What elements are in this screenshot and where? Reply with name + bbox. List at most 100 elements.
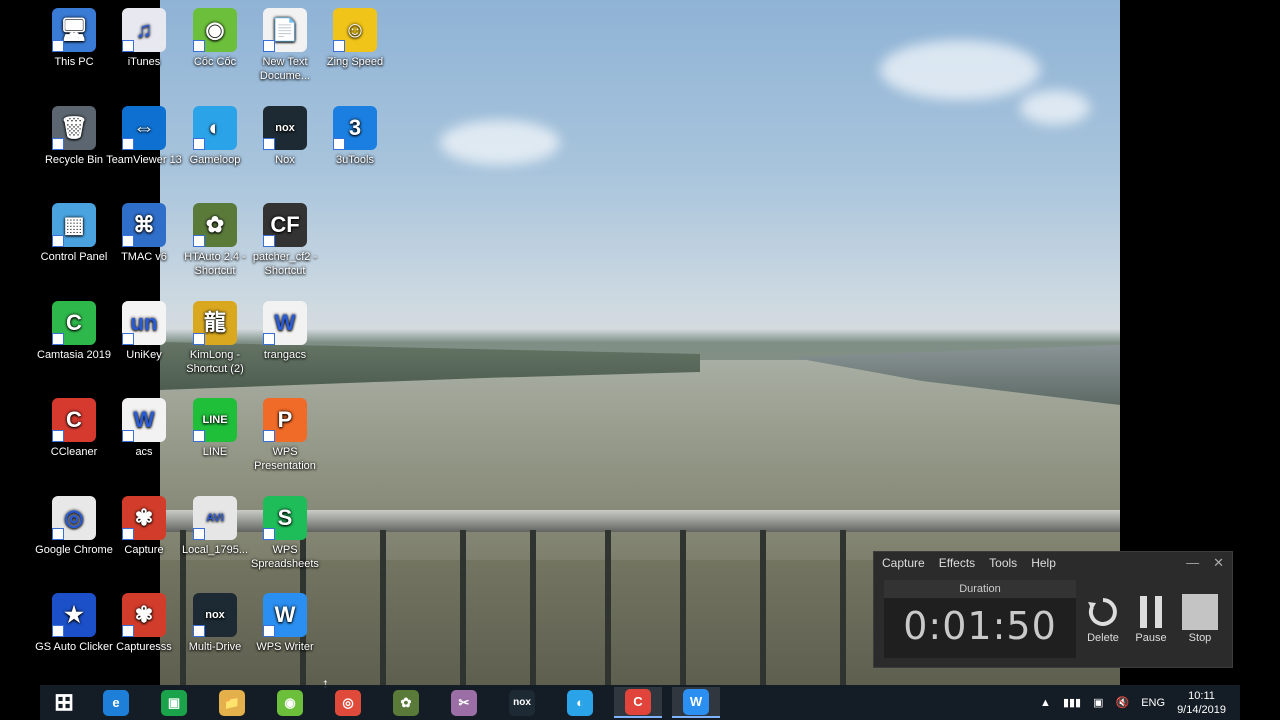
app-icon: nox xyxy=(263,106,307,150)
desktop-icon[interactable]: ⌘ TMAC v6 xyxy=(105,197,183,264)
desktop-icon[interactable]: C CCleaner xyxy=(35,392,113,459)
app-icon: ◎ xyxy=(52,496,96,540)
app-icon: un xyxy=(122,301,166,345)
clock[interactable]: 10:11 9/14/2019 xyxy=(1177,689,1226,717)
pause-button[interactable]: Pause xyxy=(1129,592,1173,644)
app-icon: ◉ xyxy=(193,8,237,52)
desktop-icon[interactable]: ▦ Control Panel xyxy=(35,197,113,264)
system-tray: ▲ ▮▮▮ ▣ 🔇 ENG 10:11 9/14/2019 xyxy=(1034,685,1240,720)
app-icon: 龍 xyxy=(193,301,237,345)
menu-tools[interactable]: Tools xyxy=(989,556,1017,570)
desktop-icon[interactable]: nox Nox xyxy=(246,100,324,167)
desktop-icon-label: Local_1795... xyxy=(181,544,249,556)
desktop-icon-label: Zing Speed xyxy=(326,56,384,68)
volume-muted-icon[interactable]: 🔇 xyxy=(1116,696,1130,709)
desktop-icon[interactable]: ♫ iTunes xyxy=(105,2,183,69)
desktop-icon[interactable]: Wacs xyxy=(105,392,183,459)
taskbar-store[interactable]: ▣ xyxy=(150,687,198,718)
taskbar-nox[interactable]: nox xyxy=(498,687,546,718)
desktop-icon[interactable]: 📄 New Text Docume... xyxy=(246,2,324,83)
minimize-icon[interactable]: — xyxy=(1186,555,1199,571)
camtasia-icon: C xyxy=(625,688,651,715)
app-icon: ★ xyxy=(52,593,96,637)
duration-time: 0:01:50 xyxy=(903,604,1057,648)
desktop-icon-label: Google Chrome xyxy=(35,544,113,556)
desktop-icon-label: Capturesss xyxy=(116,641,172,653)
desktop-icon[interactable]: nox Multi-Drive xyxy=(176,587,254,654)
chevron-up-icon[interactable]: ▲ xyxy=(1040,697,1051,709)
desktop-icon-label: 3uTools xyxy=(336,154,374,166)
menu-help[interactable]: Help xyxy=(1031,556,1056,570)
desktop-icon-label: iTunes xyxy=(127,56,161,68)
coc-coc-icon: ◉ xyxy=(277,689,303,716)
menu-capture[interactable]: Capture xyxy=(882,556,925,570)
camtasia-recorder-panel: Capture Effects Tools Help — ✕ Duration … xyxy=(873,551,1233,668)
app-icon: ♫ xyxy=(122,8,166,52)
app-icon: ⇔ xyxy=(122,106,166,150)
desktop-icon[interactable]: ◐ Gameloop xyxy=(176,100,254,167)
app-icon: 🗑 xyxy=(52,106,96,150)
desktop-icon-label: Gameloop xyxy=(189,154,241,166)
desktop-icon-label: WPS Spreadsheets xyxy=(251,544,319,570)
desktop-icon[interactable]: un UniKey xyxy=(105,295,183,362)
app-icon: W xyxy=(263,593,307,637)
desktop-icon[interactable]: ✿ HTAuto 2.4 - Shortcut xyxy=(176,197,254,278)
desktop-icon[interactable]: W WPS Writer xyxy=(246,587,324,654)
desktop-icon[interactable]: Wtrangacs xyxy=(246,295,324,362)
desktop-icon[interactable]: S WPS Spreadsheets xyxy=(246,490,324,571)
desktop-icon[interactable]: 🗑 Recycle Bin xyxy=(35,100,113,167)
taskbar-chrome[interactable]: ◎ xyxy=(324,687,372,718)
app-icon: nox xyxy=(193,593,237,637)
desktop-icon[interactable]: ◉ Cốc Cốc xyxy=(176,2,254,69)
app-icon: CF xyxy=(263,203,307,247)
desktop-icon-label: HTAuto 2.4 - Shortcut xyxy=(184,251,246,277)
network-icon[interactable]: ▣ xyxy=(1093,696,1103,709)
stop-icon xyxy=(1178,592,1222,632)
taskbar-wps-writer[interactable]: W xyxy=(672,687,720,718)
desktop-icon[interactable]: ★ GS Auto Clicker xyxy=(35,587,113,654)
app-icon: P xyxy=(263,398,307,442)
desktop-icon[interactable]: C Camtasia 2019 xyxy=(35,295,113,362)
taskbar-file-explorer[interactable]: 📁 xyxy=(208,687,256,718)
window-controls: — ✕ xyxy=(1186,555,1224,571)
signal-icon[interactable]: ▮▮▮ xyxy=(1063,696,1081,709)
desktop-icon[interactable]: ✾ Capture xyxy=(105,490,183,557)
app-icon: S xyxy=(263,496,307,540)
file-explorer-icon: 📁 xyxy=(219,689,245,716)
delete-button[interactable]: Delete xyxy=(1081,592,1125,644)
desktop-icon-label: UniKey xyxy=(126,349,162,361)
desktop-icon[interactable]: 🖥 This PC xyxy=(35,2,113,69)
desktop-icon-label: KimLong - Shortcut (2) xyxy=(186,349,244,375)
taskbar-gameloop[interactable]: ◐ xyxy=(556,687,604,718)
railing-post xyxy=(840,530,846,685)
desktop-icon[interactable]: LINE LINE xyxy=(176,392,254,459)
app-icon: C xyxy=(52,301,96,345)
stop-button[interactable]: Stop xyxy=(1178,592,1222,644)
taskbar-capture-tool[interactable]: ✂ xyxy=(440,687,488,718)
desktop-icon[interactable]: ◎ Google Chrome xyxy=(35,490,113,557)
menu-effects[interactable]: Effects xyxy=(939,556,975,570)
desktop-icon-label: patcher_cf2 - Shortcut xyxy=(252,251,318,277)
language-indicator[interactable]: ENG xyxy=(1141,697,1165,709)
stop-label: Stop xyxy=(1188,632,1212,644)
close-icon[interactable]: ✕ xyxy=(1213,555,1224,571)
desktop-icon[interactable]: ⇔ TeamViewer 13 xyxy=(105,100,183,167)
railing-post xyxy=(530,530,536,685)
desktop-icon[interactable]: AVI Local_1795... xyxy=(176,490,254,557)
desktop-icon[interactable]: ☺ Zing Speed xyxy=(316,2,394,69)
taskbar-start[interactable]: ⊞ xyxy=(40,687,88,718)
wps-writer-icon: W xyxy=(683,688,709,715)
desktop-icon-label: WPS Presentation xyxy=(254,446,316,472)
cloud xyxy=(880,40,1040,100)
taskbar-coc-coc[interactable]: ◉ xyxy=(266,687,314,718)
desktop-icon[interactable]: ✾ Capturesss xyxy=(105,587,183,654)
desktop-icon[interactable]: 龍 KimLong - Shortcut (2) xyxy=(176,295,254,376)
taskbar-camtasia[interactable]: C xyxy=(614,687,662,718)
railing-post xyxy=(680,530,686,685)
desktop-icon[interactable]: CF patcher_cf2 - Shortcut xyxy=(246,197,324,278)
taskbar-internet-explorer[interactable]: e xyxy=(92,687,140,718)
desktop-icon[interactable]: P WPS Presentation xyxy=(246,392,324,473)
app-icon: W xyxy=(263,301,307,345)
taskbar-htauto[interactable]: ✿ xyxy=(382,687,430,718)
desktop-icon[interactable]: 3 3uTools xyxy=(316,100,394,167)
